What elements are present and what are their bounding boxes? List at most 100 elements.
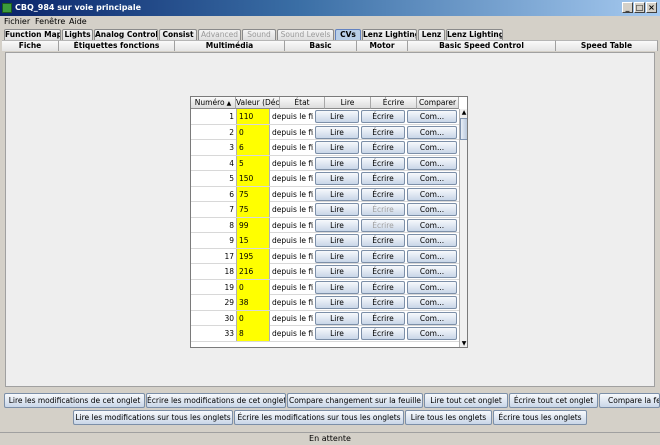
tab-motor[interactable]: Motor xyxy=(357,40,408,51)
tab-lenz[interactable]: Lenz xyxy=(418,29,445,40)
write-cv-button[interactable]: Écrire xyxy=(361,234,405,247)
menu-fichier[interactable]: Fichier xyxy=(4,16,30,28)
read-all-tab-button[interactable]: Lire tout cet onglet xyxy=(424,393,508,408)
compare-sheet-button[interactable]: Compare la feu xyxy=(599,393,660,408)
maximize-button[interactable]: □ xyxy=(634,2,645,13)
compare-cv-button[interactable]: Com... xyxy=(407,296,457,309)
tab-lights[interactable]: Lights xyxy=(62,29,93,40)
read-cv-button[interactable]: Lire xyxy=(315,172,359,185)
read-all-tabs-changes-button[interactable]: Lire les modifications sur tous les ongl… xyxy=(73,410,233,425)
scroll-thumb[interactable] xyxy=(460,118,467,140)
scroll-up-icon[interactable]: ▲ xyxy=(460,109,467,117)
write-cv-button[interactable]: Écrire xyxy=(361,218,405,232)
compare-cv-button[interactable]: Com... xyxy=(407,327,457,340)
compare-cv-button[interactable]: Com... xyxy=(407,265,457,278)
write-cv-button[interactable]: Écrire xyxy=(361,311,405,325)
column-header-ecrire[interactable]: Écrire xyxy=(371,97,417,109)
write-cv-button[interactable]: Écrire xyxy=(361,125,405,139)
tab-function-map[interactable]: Function Map xyxy=(4,29,61,40)
cv-value-field[interactable]: 0 xyxy=(236,279,270,295)
tab-lenz-lighting-2[interactable]: Lenz Lighting xyxy=(446,29,503,40)
cv-value-field[interactable]: 38 xyxy=(236,295,270,310)
compare-cv-button[interactable]: Com... xyxy=(407,249,457,263)
compare-cv-button[interactable]: Com... xyxy=(407,187,457,201)
vertical-scrollbar[interactable]: ▲ ▼ xyxy=(459,109,467,347)
column-header-comparer[interactable]: Comparer xyxy=(417,97,459,109)
compare-cv-button[interactable]: Com... xyxy=(407,110,457,123)
tab-basic[interactable]: Basic xyxy=(285,40,357,51)
cv-value-field[interactable]: 8 xyxy=(236,326,270,341)
write-cv-button[interactable]: Écrire xyxy=(361,280,405,294)
write-cv-button[interactable]: Écrire xyxy=(361,156,405,170)
read-cv-button[interactable]: Lire xyxy=(315,249,359,263)
write-all-tabs-changes-button[interactable]: Écrire les modifications sur tous les on… xyxy=(234,410,404,425)
compare-cv-button[interactable]: Com... xyxy=(407,218,457,232)
tab-sound-levels[interactable]: Sound Levels xyxy=(277,29,334,40)
cv-value-field[interactable]: 0 xyxy=(236,124,270,140)
column-header-lire[interactable]: Lire xyxy=(325,97,371,109)
cv-value-field[interactable]: 0 xyxy=(236,310,270,326)
write-cv-button[interactable]: Écrire xyxy=(361,265,405,278)
menu-fenetre[interactable]: Fenêtre xyxy=(35,16,65,28)
column-header-etat[interactable]: État xyxy=(280,97,325,109)
read-cv-button[interactable]: Lire xyxy=(315,218,359,232)
read-cv-button[interactable]: Lire xyxy=(315,125,359,139)
read-cv-button[interactable]: Lire xyxy=(315,234,359,247)
tab-fiche[interactable]: Fiche xyxy=(2,40,59,51)
compare-cv-button[interactable]: Com... xyxy=(407,125,457,139)
read-cv-button[interactable]: Lire xyxy=(315,280,359,294)
cv-value-field[interactable]: 216 xyxy=(236,264,270,279)
read-cv-button[interactable]: Lire xyxy=(315,311,359,325)
read-cv-button[interactable]: Lire xyxy=(315,156,359,170)
minimize-button[interactable]: _ xyxy=(622,2,633,13)
cv-value-field[interactable]: 195 xyxy=(236,248,270,264)
read-cv-button[interactable]: Lire xyxy=(315,327,359,340)
write-all-tab-button[interactable]: Écrire tout cet onglet xyxy=(509,393,598,408)
menu-aide[interactable]: Aide xyxy=(69,16,87,28)
cv-value-field[interactable]: 99 xyxy=(236,217,270,233)
read-cv-button[interactable]: Lire xyxy=(315,141,359,154)
write-tab-changes-button[interactable]: Écrire les modifications de cet onglet xyxy=(146,393,286,408)
close-button[interactable]: × xyxy=(646,2,657,13)
tab-sound[interactable]: Sound xyxy=(242,29,276,40)
read-tab-changes-button[interactable]: Lire les modifications de cet onglet xyxy=(4,393,145,408)
compare-cv-button[interactable]: Com... xyxy=(407,203,457,216)
scroll-down-icon[interactable]: ▼ xyxy=(460,340,467,347)
tab-lenz-lighting[interactable]: Lenz Lighting xyxy=(362,29,417,40)
cv-value-field[interactable]: 6 xyxy=(236,140,270,155)
write-cv-button[interactable]: Écrire xyxy=(361,203,405,216)
read-cv-button[interactable]: Lire xyxy=(315,187,359,201)
compare-sheet-changes-button[interactable]: Compare changement sur la feuille xyxy=(287,393,423,408)
write-cv-button[interactable]: Écrire xyxy=(361,141,405,154)
cv-value-field[interactable]: 75 xyxy=(236,202,270,217)
cv-value-field[interactable]: 75 xyxy=(236,186,270,202)
read-all-tabs-button[interactable]: Lire tous les onglets xyxy=(405,410,492,425)
read-cv-button[interactable]: Lire xyxy=(315,203,359,216)
column-header-valeur[interactable]: Valeur (Déc... xyxy=(236,97,280,109)
write-all-tabs-button[interactable]: Écrire tous les onglets xyxy=(493,410,587,425)
write-cv-button[interactable]: Écrire xyxy=(361,187,405,201)
write-cv-button[interactable]: Écrire xyxy=(361,327,405,340)
column-header-numero[interactable]: Numéro ▲ xyxy=(191,97,236,109)
compare-cv-button[interactable]: Com... xyxy=(407,311,457,325)
tab-advanced[interactable]: Advanced xyxy=(198,29,241,40)
cv-value-field[interactable]: 15 xyxy=(236,233,270,248)
read-cv-button[interactable]: Lire xyxy=(315,110,359,123)
tab-consist[interactable]: Consist xyxy=(159,29,197,40)
tab-analog-controls[interactable]: Analog Controls xyxy=(94,29,158,40)
cv-value-field[interactable]: 110 xyxy=(236,109,270,124)
read-cv-button[interactable]: Lire xyxy=(315,265,359,278)
compare-cv-button[interactable]: Com... xyxy=(407,234,457,247)
tab-speed-table[interactable]: Speed Table xyxy=(556,40,658,51)
compare-cv-button[interactable]: Com... xyxy=(407,172,457,185)
tab-multimedia[interactable]: Multimédia xyxy=(175,40,285,51)
write-cv-button[interactable]: Écrire xyxy=(361,249,405,263)
write-cv-button[interactable]: Écrire xyxy=(361,296,405,309)
write-cv-button[interactable]: Écrire xyxy=(361,172,405,185)
tab-etiquettes-fonctions[interactable]: Étiquettes fonctions xyxy=(59,40,175,51)
tab-basic-speed-control[interactable]: Basic Speed Control xyxy=(408,40,556,51)
compare-cv-button[interactable]: Com... xyxy=(407,156,457,170)
cv-value-field[interactable]: 5 xyxy=(236,155,270,171)
tab-cvs[interactable]: CVs xyxy=(335,29,361,40)
compare-cv-button[interactable]: Com... xyxy=(407,141,457,154)
